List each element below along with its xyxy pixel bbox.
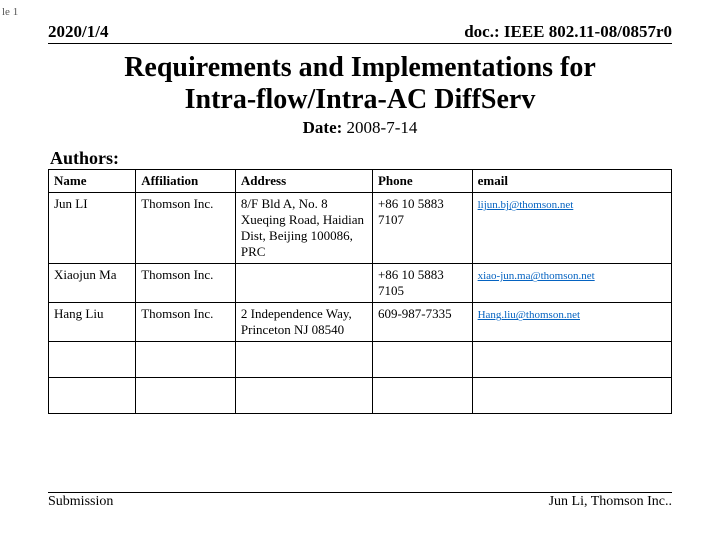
authors-label: Authors: [50,148,672,169]
date-label: Date: [303,118,343,137]
th-affiliation: Affiliation [136,170,236,193]
cell-phone [372,342,472,378]
page-title: Requirements and Implementations for Int… [48,52,672,116]
header-row: 2020/1/4 doc.: IEEE 802.11-08/0857r0 [48,22,672,44]
cell-address [235,378,372,414]
authors-table: Name Affiliation Address Phone email Jun… [48,169,672,414]
cell-name: Xiaojun Ma [49,264,136,303]
table-row: Jun LI Thomson Inc. 8/F Bld A, No. 8 Xue… [49,193,672,264]
cell-affiliation: Thomson Inc. [136,193,236,264]
title-line-1: Requirements and Implementations for [48,52,672,84]
cell-affiliation [136,342,236,378]
cell-email [472,378,671,414]
cell-name: Hang Liu [49,303,136,342]
date-value: 2008-7-14 [342,118,417,137]
cell-address: 8/F Bld A, No. 8 Xueqing Road, Haidian D… [235,193,372,264]
th-email: email [472,170,671,193]
cell-address [235,264,372,303]
cell-email: lijun.bj@thomson.net [472,193,671,264]
cell-affiliation [136,378,236,414]
title-line-2: Intra-flow/Intra-AC DiffServ [48,84,672,116]
cell-email [472,342,671,378]
th-address: Address [235,170,372,193]
cell-affiliation: Thomson Inc. [136,264,236,303]
page-content: 2020/1/4 doc.: IEEE 802.11-08/0857r0 Req… [0,0,720,414]
table-row [49,378,672,414]
email-link[interactable]: xiao-jun.ma@thomson.net [478,270,595,282]
cell-email: xiao-jun.ma@thomson.net [472,264,671,303]
cell-address: 2 Independence Way, Princeton NJ 08540 [235,303,372,342]
th-name: Name [49,170,136,193]
cell-name: Jun LI [49,193,136,264]
cell-email: Hang.liu@thomson.net [472,303,671,342]
cell-phone: 609-987-7335 [372,303,472,342]
cell-phone: +86 10 5883 7107 [372,193,472,264]
cell-phone [372,378,472,414]
date-line: Date: 2008-7-14 [48,118,672,138]
th-phone: Phone [372,170,472,193]
email-link[interactable]: lijun.bj@thomson.net [478,199,574,211]
cell-affiliation: Thomson Inc. [136,303,236,342]
table-header-row: Name Affiliation Address Phone email [49,170,672,193]
cell-address [235,342,372,378]
footer: Submission Jun Li, Thomson Inc.. [48,492,672,510]
email-link[interactable]: Hang.liu@thomson.net [478,309,580,321]
cell-name [49,342,136,378]
slide-label: le 1 [0,6,18,18]
table-row: Hang Liu Thomson Inc. 2 Independence Way… [49,303,672,342]
cell-name [49,378,136,414]
header-doc: doc.: IEEE 802.11-08/0857r0 [464,22,672,42]
table-row: Xiaojun Ma Thomson Inc. +86 10 5883 7105… [49,264,672,303]
footer-right: Jun Li, Thomson Inc.. [549,494,672,510]
footer-left: Submission [48,494,113,510]
header-date: 2020/1/4 [48,22,108,42]
table-row [49,342,672,378]
cell-phone: +86 10 5883 7105 [372,264,472,303]
